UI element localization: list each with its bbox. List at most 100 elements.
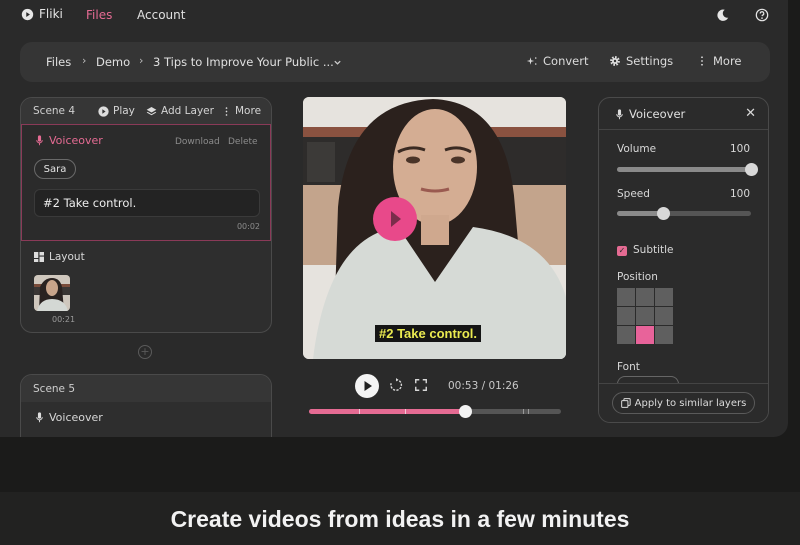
scene-more-button[interactable]: More [222, 105, 261, 117]
more-label: More [713, 54, 742, 68]
position-cell[interactable] [617, 307, 635, 325]
seek-handle[interactable] [459, 405, 473, 418]
replay-icon[interactable] [389, 378, 403, 392]
more-button[interactable]: More [696, 54, 742, 68]
voiceover-layer[interactable]: Voiceover Download Delete Sara #2 Take c… [21, 124, 271, 241]
copy-icon [620, 398, 631, 408]
position-label: Position [617, 271, 658, 283]
layout-thumbnail[interactable] [34, 275, 70, 311]
microphone-icon [36, 135, 43, 146]
scene-play-button[interactable]: Play [98, 105, 135, 117]
voiceover-settings-panel: Voiceover ✕ Volume 100 Speed 100 ✓ Subti… [598, 97, 769, 423]
brand-name: Fliki [39, 7, 63, 21]
scene-marker [528, 409, 530, 414]
voiceover-text-input[interactable]: #2 Take control. [34, 189, 260, 217]
scene-title: Scene 5 [33, 382, 76, 395]
brand-logo[interactable]: Fliki [21, 7, 63, 21]
download-link[interactable]: Download [175, 137, 220, 147]
speed-fill [617, 211, 663, 216]
nav-account[interactable]: Account [137, 8, 185, 22]
scene-card-5[interactable]: Scene 5 Voiceover [20, 374, 272, 437]
voice-chip[interactable]: Sara [34, 159, 76, 179]
panel-header: Voiceover ✕ [599, 98, 768, 130]
voiceover-duration: 00:02 [236, 222, 260, 231]
scene-marker [523, 409, 525, 414]
scene-header: Scene 4 Play Add Layer More [21, 98, 271, 124]
time-readout: 00:53 / 01:26 [448, 380, 519, 392]
apply-label: Apply to similar layers [634, 397, 747, 409]
position-cell[interactable] [655, 307, 673, 325]
close-icon[interactable]: ✕ [745, 106, 756, 121]
seek-progress [309, 409, 466, 414]
top-nav: Fliki Files Account [0, 0, 788, 32]
volume-value: 100 [729, 143, 750, 155]
moon-icon[interactable] [716, 8, 730, 22]
speed-value: 100 [729, 188, 750, 200]
scene-header: Scene 5 [21, 375, 271, 402]
add-layer-label: Add Layer [161, 105, 214, 117]
breadcrumb-project[interactable]: 3 Tips to Improve Your Public ... [153, 55, 334, 69]
panel-title: Voiceover [615, 107, 685, 121]
fliki-logo-icon [21, 8, 34, 20]
volume-handle[interactable] [745, 163, 758, 176]
layout-label: Layout [49, 251, 85, 263]
gear-icon [610, 56, 620, 66]
breadcrumb-files[interactable]: Files [46, 55, 71, 69]
panel-title-text: Voiceover [629, 107, 686, 121]
play-label: Play [113, 105, 135, 117]
microphone-icon [616, 108, 623, 119]
microphone-icon [36, 412, 43, 423]
help-icon[interactable] [755, 8, 769, 22]
chevron-down-icon[interactable] [333, 58, 342, 67]
position-cell[interactable] [617, 326, 635, 344]
add-layer-button[interactable]: Add Layer [146, 105, 214, 117]
speed-slider[interactable] [617, 207, 751, 220]
video-subtitle: #2 Take control. [375, 325, 482, 342]
add-scene-button[interactable]: + [138, 345, 152, 359]
position-cell[interactable] [636, 288, 654, 306]
scene-marker [359, 409, 361, 414]
thumbnail-image [34, 275, 70, 311]
play-button[interactable] [355, 374, 379, 398]
settings-label: Settings [626, 54, 674, 68]
position-cell[interactable] [655, 326, 673, 344]
video-frame-image [303, 97, 566, 359]
convert-label: Convert [543, 54, 589, 68]
more-label: More [235, 105, 262, 117]
player-controls: 00:53 / 01:26 [303, 372, 566, 402]
convert-button[interactable]: Convert [526, 54, 588, 68]
chevron-right-icon: › [82, 54, 87, 67]
delete-link[interactable]: Delete [228, 137, 258, 147]
speed-handle[interactable] [656, 207, 670, 220]
font-label: Font [617, 361, 640, 373]
voiceover-label: Voiceover [49, 134, 103, 147]
volume-slider[interactable] [617, 163, 758, 176]
fullscreen-icon[interactable] [414, 378, 428, 392]
app-window: Fliki Files Account Files › Demo › 3 Tip… [0, 0, 788, 437]
scene-marker [404, 409, 406, 414]
position-cell[interactable] [636, 307, 654, 325]
layers-icon [146, 106, 157, 115]
position-cell[interactable] [636, 326, 654, 344]
voiceover-title: Voiceover [35, 411, 103, 424]
scene-card-4[interactable]: Scene 4 Play Add Layer More Voiceover Do… [20, 97, 272, 333]
video-play-overlay-button[interactable] [373, 197, 417, 241]
settings-button[interactable]: Settings [609, 54, 673, 68]
nav-files[interactable]: Files [86, 8, 112, 22]
voiceover-label: Voiceover [49, 411, 103, 424]
layout-title: Layout [34, 251, 85, 263]
video-preview[interactable]: #2 Take control. [303, 97, 566, 359]
play-icon [391, 211, 401, 227]
layout-grid-icon [34, 252, 44, 262]
position-cell[interactable] [617, 288, 635, 306]
apply-to-similar-button[interactable]: Apply to similar layers [612, 392, 755, 414]
marketing-caption: Create videos from ideas in a few minute… [170, 506, 630, 532]
breadcrumb-demo[interactable]: Demo [96, 55, 130, 69]
subtitle-checkbox[interactable]: ✓ [617, 246, 627, 256]
speed-label: Speed [617, 188, 650, 200]
scene-title: Scene 4 [33, 105, 76, 117]
position-cell[interactable] [655, 288, 673, 306]
sparkle-icon [526, 57, 537, 65]
seek-bar[interactable] [309, 405, 561, 418]
play-circle-icon [98, 105, 109, 117]
